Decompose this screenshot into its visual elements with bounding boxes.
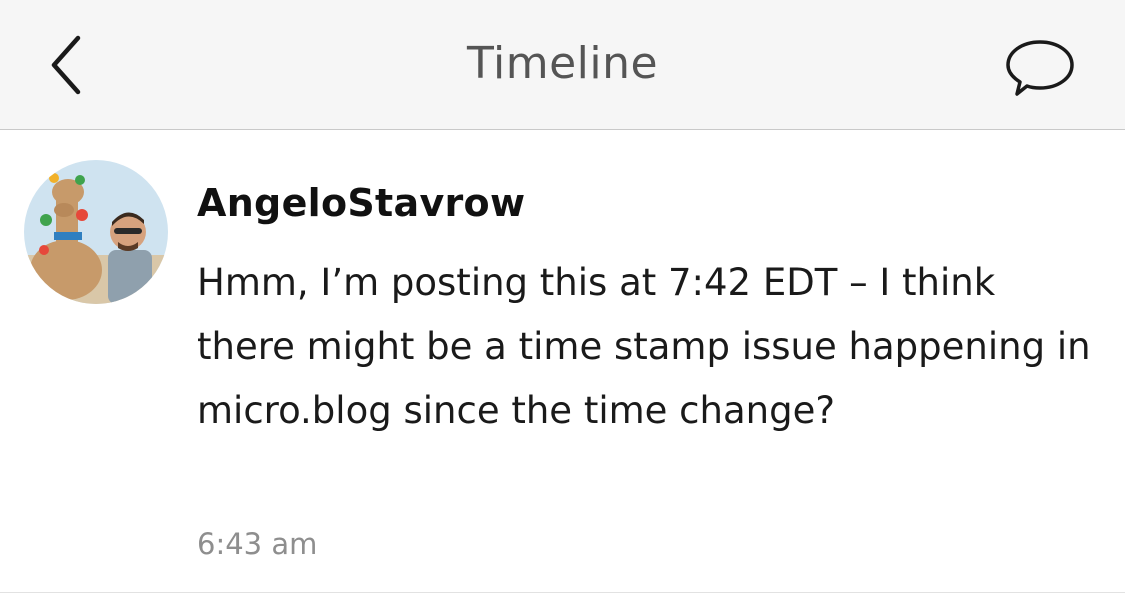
avatar[interactable] (24, 160, 168, 304)
post-text: Hmm, I’m posting this at 7:42 EDT – I th… (197, 261, 1091, 432)
post-timestamp[interactable]: 6:43 am (197, 527, 317, 561)
avatar-image (24, 160, 168, 304)
timeline-post[interactable]: AngeloStavrow Hmm, I’m posting this at 7… (0, 131, 1125, 593)
page-title: Timeline (466, 38, 659, 89)
post-username[interactable]: AngeloStavrow (197, 181, 525, 225)
navigation-bar: Timeline (0, 0, 1125, 130)
reply-button[interactable] (1000, 34, 1080, 98)
divider (0, 592, 1125, 593)
timeline-screen: Timeline AngeloStavrow Hmm, I’m posting … (0, 0, 1125, 598)
speech-bubble-icon (1006, 40, 1074, 96)
